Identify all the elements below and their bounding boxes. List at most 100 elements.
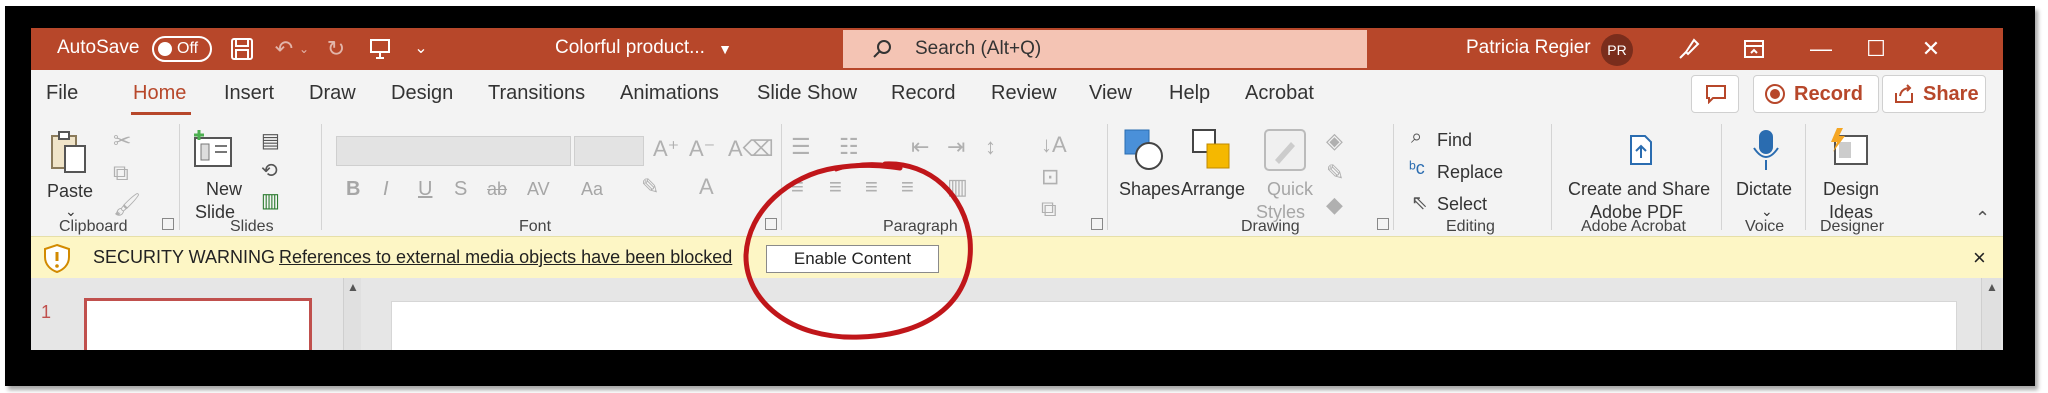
drawing-launcher-icon[interactable]	[1377, 218, 1389, 230]
shapes-label[interactable]: Shapes	[1119, 178, 1180, 201]
select-label[interactable]: Select	[1437, 193, 1487, 216]
find-icon[interactable]: ⌕	[1411, 126, 1422, 149]
smartart-icon[interactable]: ⧉	[1041, 196, 1057, 222]
enable-content-button[interactable]: Enable Content	[766, 245, 939, 273]
increase-indent-icon[interactable]: ⇥	[947, 134, 965, 160]
char-spacing-button[interactable]: AV	[527, 178, 550, 201]
record-button[interactable]: Record	[1753, 75, 1879, 113]
create-share-label-1[interactable]: Create and Share	[1568, 178, 1710, 201]
thumbnail-scrollbar[interactable]: ▲	[343, 278, 361, 350]
customize-toolbar-icon[interactable]: ⌄	[409, 28, 433, 70]
save-icon[interactable]	[226, 28, 258, 70]
align-left-icon[interactable]: ≡	[791, 174, 804, 200]
tab-help[interactable]: Help	[1169, 82, 1210, 105]
paste-icon[interactable]	[49, 130, 89, 174]
document-title[interactable]: Colorful product...	[555, 37, 705, 59]
scroll-up-icon[interactable]: ▲	[1986, 280, 1998, 294]
create-pdf-icon[interactable]	[1623, 132, 1659, 168]
decrease-font-icon[interactable]: A⁻	[689, 136, 715, 162]
security-warning-message[interactable]: References to external media objects hav…	[279, 247, 732, 268]
undo-dropdown-icon[interactable]: ⌄	[297, 28, 311, 70]
justify-icon[interactable]: ≡	[901, 174, 914, 200]
font-size-combo[interactable]	[574, 136, 644, 166]
bullets-icon[interactable]: ☰	[791, 134, 811, 160]
dictate-label[interactable]: Dictate	[1736, 178, 1792, 201]
tab-file[interactable]: File	[46, 82, 78, 105]
select-icon[interactable]: ⇖	[1411, 190, 1428, 215]
tab-review[interactable]: Review	[991, 82, 1057, 105]
collapse-ribbon-icon[interactable]: ⌃	[1975, 208, 1990, 229]
layout-icon[interactable]: ▤	[261, 128, 280, 153]
tab-transitions[interactable]: Transitions	[488, 82, 585, 105]
close-warning-icon[interactable]: ×	[1973, 245, 1986, 271]
clipboard-launcher-icon[interactable]	[162, 218, 174, 230]
minimize-icon[interactable]: —	[1801, 28, 1841, 70]
quick-styles-icon[interactable]	[1263, 128, 1307, 172]
replace-label[interactable]: Replace	[1437, 161, 1503, 184]
tab-home[interactable]: Home	[133, 82, 186, 105]
align-center-icon[interactable]: ≡	[829, 174, 842, 200]
new-slide-label-1[interactable]: New	[206, 178, 242, 201]
shadow-button[interactable]: S	[454, 178, 467, 201]
redo-icon[interactable]: ↻	[321, 28, 351, 70]
shapes-icon[interactable]	[1123, 128, 1167, 172]
share-button[interactable]: Share	[1882, 75, 1986, 113]
find-label[interactable]: Find	[1437, 129, 1472, 152]
tab-design[interactable]: Design	[391, 82, 453, 105]
font-color-icon[interactable]: A	[699, 174, 714, 200]
shape-outline-icon[interactable]: ✎	[1326, 160, 1344, 186]
tab-insert[interactable]: Insert	[224, 82, 274, 105]
italic-button[interactable]: I	[383, 178, 389, 201]
change-case-button[interactable]: Aa	[581, 178, 603, 201]
avatar[interactable]: PR	[1601, 34, 1633, 66]
strikethrough-button[interactable]: ab	[487, 178, 507, 201]
replace-icon[interactable]: ᵇc	[1409, 158, 1425, 179]
user-name[interactable]: Patricia Regier	[1466, 37, 1591, 59]
design-ideas-label-1[interactable]: Design	[1823, 178, 1879, 201]
tab-slide-show[interactable]: Slide Show	[757, 82, 857, 105]
canvas-scrollbar[interactable]: ▲	[1981, 278, 2001, 350]
shape-effects-icon[interactable]: ◆	[1326, 192, 1343, 218]
format-painter-icon[interactable]: 🖌	[113, 192, 141, 218]
ribbon-display-icon[interactable]	[1736, 28, 1772, 70]
bold-button[interactable]: B	[346, 178, 360, 201]
reset-icon[interactable]: ⟲	[261, 158, 278, 183]
paragraph-launcher-icon[interactable]	[1091, 218, 1103, 230]
undo-icon[interactable]: ↶	[269, 28, 299, 70]
line-spacing-icon[interactable]: ↕	[985, 134, 996, 160]
present-icon[interactable]	[365, 28, 395, 70]
arrange-label[interactable]: Arrange	[1181, 178, 1245, 201]
tab-acrobat[interactable]: Acrobat	[1245, 82, 1314, 105]
text-direction-icon[interactable]: ↓A	[1041, 132, 1067, 158]
highlight-icon[interactable]: ✎	[641, 174, 659, 200]
slide-canvas[interactable]	[391, 301, 1957, 350]
cut-icon[interactable]: ✂	[113, 128, 131, 154]
font-name-combo[interactable]	[336, 136, 571, 166]
scroll-up-icon[interactable]: ▲	[347, 280, 359, 294]
section-icon[interactable]: ▥	[261, 188, 280, 213]
underline-button[interactable]: U	[418, 178, 432, 201]
increase-font-icon[interactable]: A⁺	[653, 136, 679, 162]
align-text-icon[interactable]: ⊡	[1041, 164, 1059, 190]
autosave-toggle[interactable]: Off	[152, 36, 212, 62]
microphone-icon[interactable]	[1751, 128, 1781, 172]
align-right-icon[interactable]: ≡	[865, 174, 878, 200]
comments-button[interactable]	[1691, 75, 1739, 113]
numbering-icon[interactable]: ☷	[839, 134, 859, 160]
tab-record[interactable]: Record	[891, 82, 955, 105]
shape-fill-icon[interactable]: ◈	[1326, 128, 1343, 154]
new-slide-icon[interactable]	[191, 128, 237, 168]
tab-view[interactable]: View	[1089, 82, 1132, 105]
title-dropdown-icon[interactable]: ▼	[715, 28, 735, 70]
font-launcher-icon[interactable]	[765, 218, 777, 230]
clear-formatting-icon[interactable]: A⌫	[728, 136, 774, 162]
copy-icon[interactable]: ⧉	[113, 160, 129, 186]
decrease-indent-icon[interactable]: ⇤	[911, 134, 929, 160]
slide-thumbnail[interactable]	[84, 298, 312, 350]
close-icon[interactable]: ✕	[1911, 28, 1951, 70]
design-ideas-icon[interactable]	[1827, 126, 1873, 172]
coauthor-icon[interactable]	[1671, 28, 1707, 70]
quick-styles-label-1[interactable]: Quick	[1267, 178, 1313, 201]
arrange-icon[interactable]	[1191, 128, 1233, 172]
maximize-icon[interactable]: ☐	[1856, 28, 1896, 70]
